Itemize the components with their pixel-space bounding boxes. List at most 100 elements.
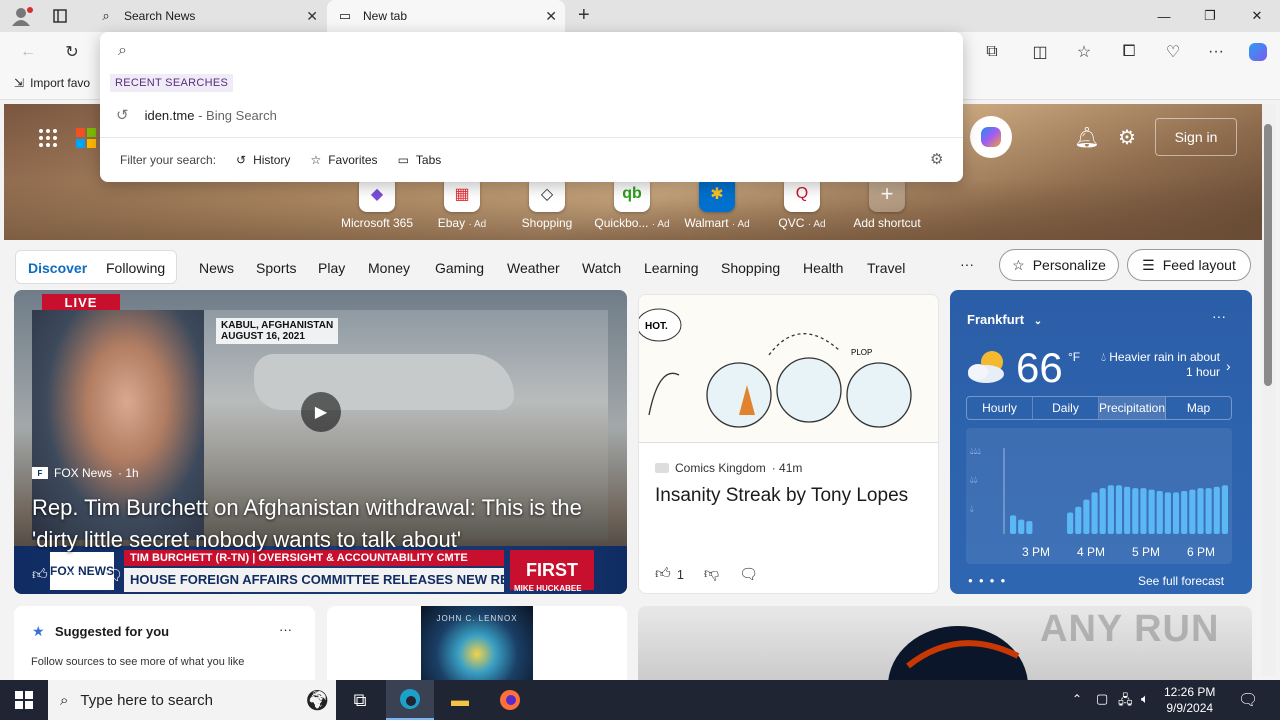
taskbar-clock[interactable]: 12:26 PM 9/9/2024 <box>1164 684 1215 716</box>
page-scrollbar[interactable] <box>1262 104 1276 676</box>
story-title[interactable]: Rep. Tim Burchett on Afghanistan withdra… <box>32 492 622 556</box>
weather-card[interactable]: Frankfurt ⌄ ··· 66 °F 💧︎ Heavier rain in… <box>950 290 1252 594</box>
shortcut-microsoft365[interactable]: ◆ Microsoft 365 <box>337 176 417 230</box>
nav-following[interactable]: Following <box>106 260 165 276</box>
nav-travel[interactable]: Travel <box>867 260 905 276</box>
task-view-icon[interactable]: ⧉ <box>336 680 384 720</box>
close-tab-icon[interactable]: ✕ <box>306 8 318 25</box>
like-icon[interactable]: 👍︎ <box>32 566 48 584</box>
feed-layout-button[interactable]: ☰ Feed layout <box>1127 249 1251 281</box>
nav-gaming[interactable]: Gaming <box>435 260 484 276</box>
back-icon[interactable]: ← <box>12 38 44 66</box>
tab-precipitation[interactable]: Precipitation <box>1098 397 1167 419</box>
sign-in-button[interactable]: Sign in <box>1155 118 1237 156</box>
favorites-icon[interactable]: ☆ <box>1068 38 1100 66</box>
profile-icon[interactable] <box>10 6 34 26</box>
nav-learning[interactable]: Learning <box>644 260 699 276</box>
settings-menu-icon[interactable]: ··· <box>1200 38 1232 66</box>
address-input[interactable] <box>144 42 924 62</box>
anyrun-watermark: ANY RUN <box>1040 608 1220 650</box>
tab-daily[interactable]: Daily <box>1033 397 1099 419</box>
volume-icon[interactable]: 🔈︎ <box>1141 691 1149 707</box>
extensions-icon[interactable]: ⧉ <box>976 38 1008 66</box>
dislike-icon[interactable]: 👎︎ <box>704 565 719 583</box>
notification-center-icon[interactable]: 🗨︎ <box>1238 690 1258 710</box>
taskbar-search[interactable]: ⌕ Type here to search 🌍︎ <box>48 680 336 720</box>
notifications-icon[interactable]: 🔔︎ <box>1072 122 1102 152</box>
shortcut-shopping[interactable]: ◇ Shopping <box>507 176 587 230</box>
tab-search-news[interactable]: ⌕ Search News ✕ <box>88 0 326 32</box>
split-screen-icon[interactable]: ◫ <box>1024 38 1056 66</box>
windows-start-icon[interactable] <box>0 680 48 720</box>
file-explorer-icon[interactable]: ▬ <box>436 680 484 720</box>
shortcut-add[interactable]: + Add shortcut <box>847 176 927 230</box>
story-title[interactable]: Insanity Streak by Tony Lopes <box>655 483 925 509</box>
tab-new-tab[interactable]: ▭ New tab ✕ <box>327 0 565 32</box>
suggested-more-icon[interactable]: ··· <box>279 622 292 637</box>
weather-location[interactable]: Frankfurt ⌄ <box>967 312 1042 327</box>
close-tab-icon[interactable]: ✕ <box>545 8 557 25</box>
weather-more-icon[interactable]: ··· <box>1212 308 1226 324</box>
carousel-dots[interactable]: ●●●● <box>968 576 1011 585</box>
filter-favorites[interactable]: ☆ Favorites <box>310 153 377 167</box>
close-window-button[interactable]: ✕ <box>1234 0 1280 32</box>
nav-shopping[interactable]: Shopping <box>721 260 780 276</box>
nav-sports[interactable]: Sports <box>256 260 296 276</box>
nav-watch[interactable]: Watch <box>582 260 621 276</box>
see-full-forecast-link[interactable]: See full forecast <box>1138 574 1224 588</box>
shortcut-ebay[interactable]: ▦ Ebay · Ad <box>422 176 502 230</box>
recent-searches-label: RECENT SEARCHES <box>110 74 234 92</box>
tab-actions-icon[interactable] <box>50 6 70 26</box>
tab-map[interactable]: Map <box>1166 397 1231 419</box>
play-icon[interactable]: ▶ <box>301 392 341 432</box>
collections-icon[interactable]: ⧠ <box>1113 38 1145 66</box>
main-story-card[interactable]: LIVE KABUL, AFGHANISTAN AUGUST 16, 2021 … <box>14 290 627 594</box>
minimize-button[interactable]: — <box>1141 0 1187 32</box>
tab-hourly[interactable]: Hourly <box>967 397 1033 419</box>
chevron-right-icon[interactable]: › <box>1226 358 1231 374</box>
dislike-icon[interactable]: 👎︎ <box>68 566 83 584</box>
nav-weather[interactable]: Weather <box>507 260 560 276</box>
nav-health[interactable]: Health <box>803 260 843 276</box>
recent-search-item[interactable]: ↺ iden.tme - Bing Search <box>100 100 963 130</box>
new-tab-button[interactable]: + <box>578 4 590 27</box>
edge-taskbar-icon[interactable] <box>386 680 434 720</box>
shortcut-qvc[interactable]: Q QVC · Ad <box>762 176 842 230</box>
comment-icon[interactable]: 🗨︎ <box>739 565 758 583</box>
nav-more-icon[interactable]: ··· <box>960 256 974 272</box>
scrollbar-thumb[interactable] <box>1264 124 1272 386</box>
device-icon[interactable]: ▢ <box>1096 691 1108 707</box>
chevron-up-icon[interactable]: ⌃ <box>1072 692 1082 706</box>
apps-grid-icon[interactable] <box>33 123 63 153</box>
network-icon[interactable]: 🖧︎ <box>1118 691 1133 713</box>
suggested-card[interactable]: ★ Suggested for you ··· Follow sources t… <box>14 606 315 680</box>
microsoft-logo-icon <box>76 128 96 151</box>
shortcut-quickbooks[interactable]: qb Quickbo... · Ad <box>592 176 672 230</box>
precip-bar <box>1213 486 1220 534</box>
comment-icon[interactable]: 🗨︎ <box>104 566 123 584</box>
filter-history[interactable]: ↺ History <box>236 153 290 167</box>
firefox-icon[interactable] <box>486 680 534 720</box>
nav-discover[interactable]: Discover <box>28 260 87 276</box>
comic-story-card[interactable]: HOT. PLOP Comics Kingdom · 41m Insanity … <box>638 294 939 594</box>
import-favorites-link[interactable]: ⇲ Import favo <box>14 76 90 90</box>
browser-essentials-icon[interactable]: ♡ <box>1157 38 1189 66</box>
copilot-hero-icon[interactable] <box>970 116 1012 158</box>
nav-money[interactable]: Money <box>368 260 410 276</box>
shortcut-walmart[interactable]: ✱ Walmart · Ad <box>677 176 757 230</box>
search-settings-icon[interactable]: ⚙︎ <box>930 150 943 168</box>
like-icon[interactable]: 👍︎ <box>655 565 671 583</box>
maximize-button[interactable]: ❐ <box>1187 0 1233 32</box>
partly-cloudy-icon <box>964 348 1012 387</box>
personalize-button[interactable]: ☆ Personalize <box>999 249 1119 281</box>
filter-tabs[interactable]: ▭ Tabs <box>398 153 442 167</box>
refresh-icon[interactable]: ↻ <box>56 38 88 66</box>
book-card[interactable]: JOHN C. LENNOX <box>327 606 627 680</box>
copilot-icon[interactable] <box>1242 38 1274 66</box>
page-settings-icon[interactable]: ⚙︎ <box>1112 122 1142 152</box>
nav-play[interactable]: Play <box>318 260 345 276</box>
story-source: F FOX News · 1h <box>32 466 139 480</box>
precip-bar <box>1156 491 1163 534</box>
dateline-overlay: KABUL, AFGHANISTAN AUGUST 16, 2021 <box>216 318 339 344</box>
nav-news[interactable]: News <box>199 260 234 276</box>
